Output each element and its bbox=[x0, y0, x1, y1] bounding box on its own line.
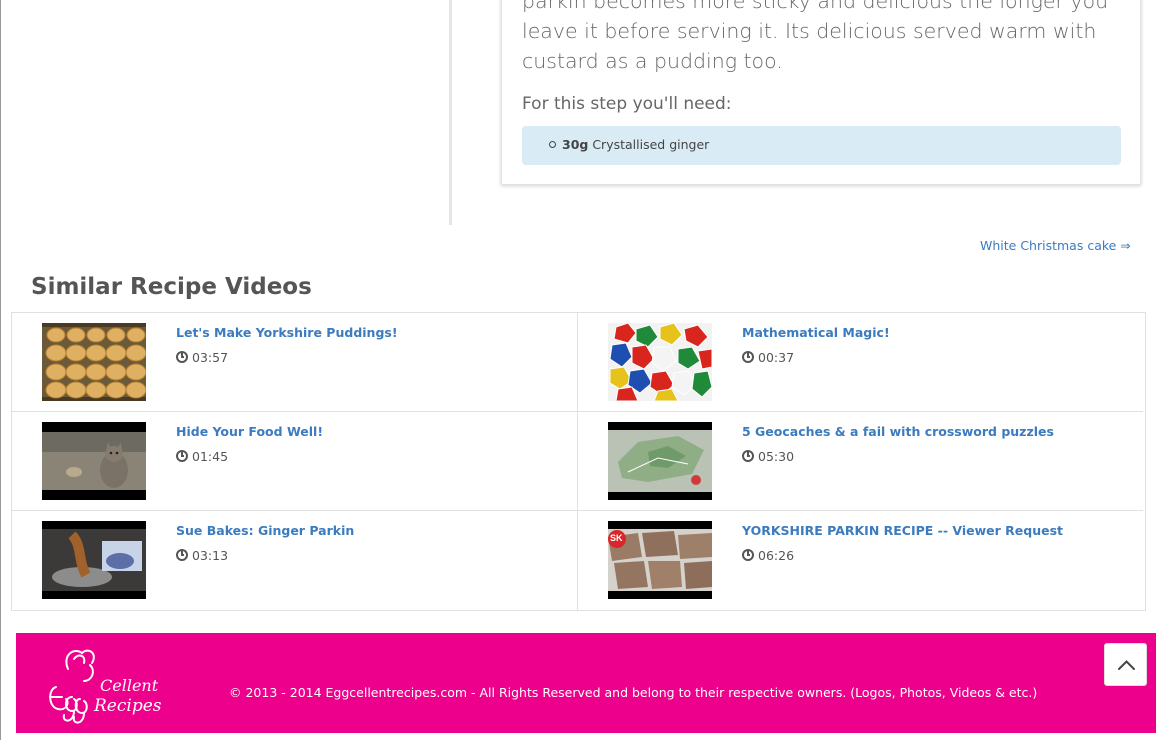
back-to-top-button[interactable] bbox=[1104, 643, 1147, 686]
site-footer: Cellent Recipes © 2013 - 2014 Eggcellent… bbox=[16, 633, 1156, 733]
step-instructions: parkin becomes more sticky and delicious… bbox=[522, 0, 1109, 73]
step-needs-label: For this step you'll need: bbox=[522, 94, 732, 114]
svg-text:Recipes: Recipes bbox=[93, 696, 162, 716]
copyright-text: © 2013 - 2014 Eggcellentrecipes.com - Al… bbox=[229, 685, 1038, 700]
duration-text: 03:57 bbox=[192, 350, 229, 365]
parkin-thumbnail[interactable]: SK bbox=[608, 521, 712, 599]
ingredient-quantity: 30g bbox=[562, 137, 589, 152]
duration-text: 05:30 bbox=[758, 449, 795, 464]
clock-icon bbox=[742, 450, 754, 462]
duration-text: 03:13 bbox=[192, 548, 229, 563]
duration-text: 01:45 bbox=[192, 449, 229, 464]
duration-text: 00:37 bbox=[758, 350, 795, 365]
video-item: Let's Make Yorkshire Puddings! 03:57 bbox=[12, 313, 578, 412]
video-duration: 00:37 bbox=[742, 350, 794, 365]
clock-icon bbox=[176, 450, 188, 462]
duration-text: 06:26 bbox=[758, 548, 795, 563]
dice-thumbnail[interactable] bbox=[608, 323, 712, 401]
chevron-up-icon bbox=[1118, 660, 1135, 670]
next-recipe-link[interactable]: White Christmas cake ⇒ bbox=[980, 238, 1131, 253]
bullet-icon bbox=[549, 141, 556, 148]
clock-icon bbox=[742, 549, 754, 561]
video-title-link[interactable]: 5 Geocaches & a fail with crossword puzz… bbox=[742, 424, 1054, 439]
video-title-link[interactable]: Let's Make Yorkshire Puddings! bbox=[176, 325, 398, 340]
video-duration: 01:45 bbox=[176, 449, 228, 464]
video-item: Sue Bakes: Ginger Parkin 03:13 bbox=[12, 511, 578, 610]
eggcellent-recipes-logo[interactable]: Cellent Recipes bbox=[44, 641, 169, 725]
clock-icon bbox=[176, 549, 188, 561]
page-edge bbox=[0, 0, 1, 740]
video-duration: 05:30 bbox=[742, 449, 794, 464]
yorkshire-puddings-thumbnail[interactable] bbox=[42, 323, 146, 401]
channel-badge-icon: SK bbox=[610, 533, 623, 543]
cat-thumbnail[interactable] bbox=[42, 422, 146, 500]
video-duration: 03:57 bbox=[176, 350, 228, 365]
column-divider bbox=[449, 0, 452, 225]
video-item: 5 Geocaches & a fail with crossword puzz… bbox=[577, 412, 1143, 511]
video-duration: 06:26 bbox=[742, 548, 794, 563]
similar-videos-grid: Let's Make Yorkshire Puddings! 03:57 Mat… bbox=[11, 312, 1146, 611]
svg-text:Cellent: Cellent bbox=[100, 676, 159, 695]
video-item: Hide Your Food Well! 01:45 bbox=[12, 412, 578, 511]
clock-icon bbox=[742, 351, 754, 363]
video-title-link[interactable]: Hide Your Food Well! bbox=[176, 424, 323, 439]
clock-icon bbox=[176, 351, 188, 363]
map-thumbnail[interactable] bbox=[608, 422, 712, 500]
video-title-link[interactable]: YORKSHIRE PARKIN RECIPE -- Viewer Reques… bbox=[742, 523, 1063, 538]
video-title-link[interactable]: Sue Bakes: Ginger Parkin bbox=[176, 523, 354, 538]
video-item: SK YORKSHIRE PARKIN RECIPE -- Viewer Req… bbox=[577, 511, 1143, 610]
step-ingredients-box: 30g Crystallised ginger bbox=[522, 126, 1121, 165]
baking-thumbnail[interactable] bbox=[42, 521, 146, 599]
video-item: Mathematical Magic! 00:37 bbox=[577, 313, 1143, 412]
video-duration: 03:13 bbox=[176, 548, 228, 563]
ingredient-item: 30g Crystallised ginger bbox=[549, 137, 709, 152]
similar-videos-heading: Similar Recipe Videos bbox=[31, 274, 312, 300]
ingredient-name: Crystallised ginger bbox=[592, 137, 710, 152]
video-title-link[interactable]: Mathematical Magic! bbox=[742, 325, 890, 340]
method-step-card: parkin becomes more sticky and delicious… bbox=[501, 0, 1141, 185]
